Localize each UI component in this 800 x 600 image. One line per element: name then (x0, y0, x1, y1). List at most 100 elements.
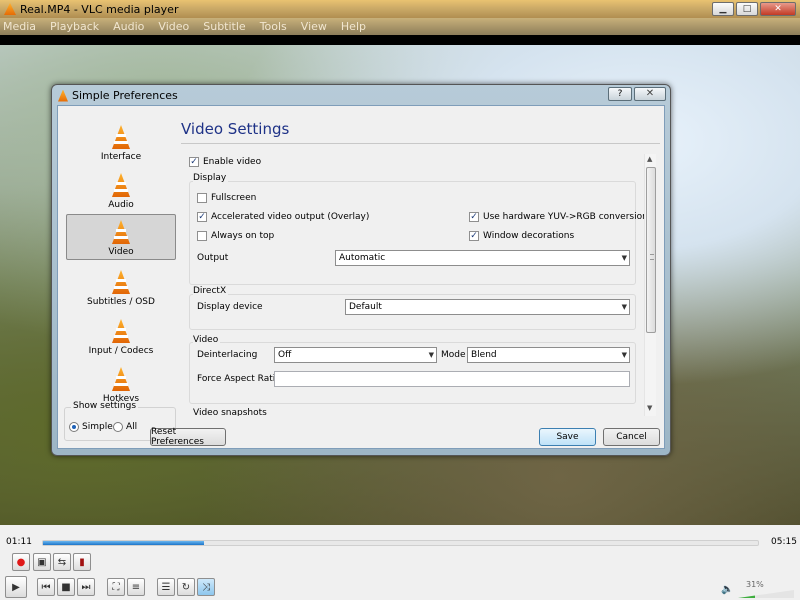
seek-bar[interactable] (42, 540, 759, 546)
menu-video[interactable]: Video (158, 20, 189, 33)
window-decorations-label: Window decorations (483, 231, 575, 241)
force-aspect-ratio-label: Force Aspect Ratio (197, 374, 281, 384)
deinterlacing-select[interactable]: Off ▼ (274, 347, 437, 363)
speaker-icon[interactable]: 🔈 (721, 584, 733, 595)
extended-settings-button[interactable]: ≡ (127, 578, 145, 596)
menu-help[interactable]: Help (341, 20, 366, 33)
menu-subtitle[interactable]: Subtitle (203, 20, 245, 33)
codecs-cone-icon (110, 319, 132, 343)
accelerated-output-label: Accelerated video output (Overlay) (211, 212, 370, 222)
category-sidebar: Interface Audio Video Subtitles / OSD In… (58, 106, 176, 406)
mode-select[interactable]: Blend ▼ (467, 347, 630, 363)
always-on-top-checkbox[interactable]: Always on top (197, 231, 274, 241)
mode-value: Blend (471, 350, 497, 360)
play-button[interactable]: ▶ (5, 576, 27, 598)
menu-media[interactable]: Media (3, 20, 36, 33)
output-select[interactable]: Automatic ▼ (335, 250, 630, 266)
menu-playback[interactable]: Playback (50, 20, 99, 33)
directx-group-label: DirectX (193, 286, 229, 296)
scroll-up-icon[interactable]: ▲ (647, 155, 652, 163)
dialog-title: Simple Preferences (72, 89, 178, 102)
menu-tools[interactable]: Tools (260, 20, 287, 33)
previous-icon: ⏮ (41, 581, 51, 593)
sidebar-item-subtitles[interactable]: Subtitles / OSD (66, 263, 176, 309)
close-button[interactable]: ✕ (760, 2, 796, 16)
sidebar-item-audio[interactable]: Audio (66, 166, 176, 212)
deinterlacing-label: Deinterlacing (197, 350, 258, 360)
simple-radio[interactable]: Simple (69, 422, 113, 432)
accelerated-output-checkbox[interactable]: ✓ Accelerated video output (Overlay) (197, 212, 369, 222)
page-title: Video Settings (181, 120, 290, 138)
loop-ab-icon: ⇆ (57, 556, 67, 568)
sidebar-item-label: Audio (108, 200, 134, 210)
title-divider (181, 143, 660, 144)
loop-ab-button[interactable]: ⇆ (53, 553, 71, 571)
menu-view[interactable]: View (301, 20, 327, 33)
subtitles-cone-icon (110, 270, 132, 294)
record-button[interactable]: ● (12, 553, 30, 571)
playlist-button[interactable]: ☰ (157, 578, 175, 596)
volume-level (738, 590, 756, 598)
checkmark-icon: ✓ (469, 212, 479, 222)
radio-unselected-icon (113, 422, 123, 432)
sidebar-item-label: Subtitles / OSD (87, 297, 155, 307)
output-label: Output (197, 253, 229, 263)
checkbox-icon (197, 193, 207, 203)
cancel-button[interactable]: Cancel (603, 428, 660, 446)
maximize-button[interactable]: □ (736, 2, 758, 16)
fullscreen-label: Fullscreen (211, 193, 257, 203)
next-button[interactable]: ⏭ (77, 578, 95, 596)
checkbox-icon (197, 231, 207, 241)
preferences-dialog: Simple Preferences ? ✕ Interface Audio V… (51, 84, 671, 456)
scroll-thumb[interactable] (646, 167, 656, 333)
settings-scrollbar[interactable]: ▲ ▼ (644, 154, 656, 416)
sidebar-item-interface[interactable]: Interface (66, 118, 176, 164)
all-radio[interactable]: All (113, 422, 137, 432)
deinterlacing-value: Off (278, 350, 292, 360)
total-time: 05:15 (771, 537, 797, 547)
shuffle-icon: ⤨ (202, 581, 210, 593)
stop-button[interactable]: ■ (57, 578, 75, 596)
chevron-down-icon: ▼ (621, 303, 627, 311)
dialog-close-button[interactable]: ✕ (634, 87, 666, 101)
display-device-select[interactable]: Default ▼ (345, 299, 630, 315)
sidebar-item-label: Interface (100, 152, 142, 162)
snapshot-button[interactable]: ▣ (33, 553, 51, 571)
volume-slider[interactable] (738, 590, 794, 598)
player-controls: 01:11 05:15 ● ▣ ⇆ ▮ ▶ ⏮ ■ ⏭ ⛶ ≡ ☰ ↻ ⤨ 🔈 … (0, 525, 800, 600)
volume-percent: 31% (746, 580, 764, 589)
mode-label: Mode (441, 350, 466, 360)
frame-by-frame-button[interactable]: ▮ (73, 553, 91, 571)
reset-preferences-button[interactable]: Reset Preferences (150, 427, 226, 447)
display-group-label: Display (193, 173, 229, 183)
dialog-body: Interface Audio Video Subtitles / OSD In… (57, 105, 665, 449)
scroll-down-icon[interactable]: ▼ (647, 404, 652, 412)
record-icon: ● (16, 556, 26, 568)
video-snapshots-label: Video snapshots (193, 408, 269, 416)
sidebar-item-hotkeys[interactable]: Hotkeys (66, 360, 176, 406)
previous-button[interactable]: ⏮ (37, 578, 55, 596)
stop-icon: ■ (61, 581, 71, 593)
shuffle-button[interactable]: ⤨ (197, 578, 215, 596)
fullscreen-checkbox[interactable]: Fullscreen (197, 193, 256, 203)
window-title: Real.MP4 - VLC media player (20, 2, 179, 16)
sidebar-item-input-codecs[interactable]: Input / Codecs (66, 312, 176, 358)
enable-video-checkbox[interactable]: ✓ Enable video (189, 157, 261, 167)
next-icon: ⏭ (81, 581, 91, 593)
sidebar-item-label: Input / Codecs (88, 346, 154, 356)
frame-step-icon: ▮ (79, 556, 85, 568)
show-settings-label: Show settings (71, 401, 139, 411)
loop-button[interactable]: ↻ (177, 578, 195, 596)
play-icon: ▶ (12, 581, 20, 593)
aspect-ratio-input[interactable] (274, 371, 630, 387)
minimize-button[interactable]: ▁ (712, 2, 734, 16)
fullscreen-button[interactable]: ⛶ (107, 578, 125, 596)
sidebar-item-video[interactable]: Video (66, 214, 176, 260)
hardware-yuv-checkbox[interactable]: ✓ Use hardware YUV->RGB conversions (469, 212, 653, 222)
help-button[interactable]: ? (608, 87, 632, 101)
window-decorations-checkbox[interactable]: ✓ Window decorations (469, 231, 574, 241)
hotkeys-cone-icon (110, 367, 132, 391)
menu-audio[interactable]: Audio (113, 20, 144, 33)
save-button[interactable]: Save (539, 428, 596, 446)
loop-icon: ↻ (181, 581, 191, 593)
